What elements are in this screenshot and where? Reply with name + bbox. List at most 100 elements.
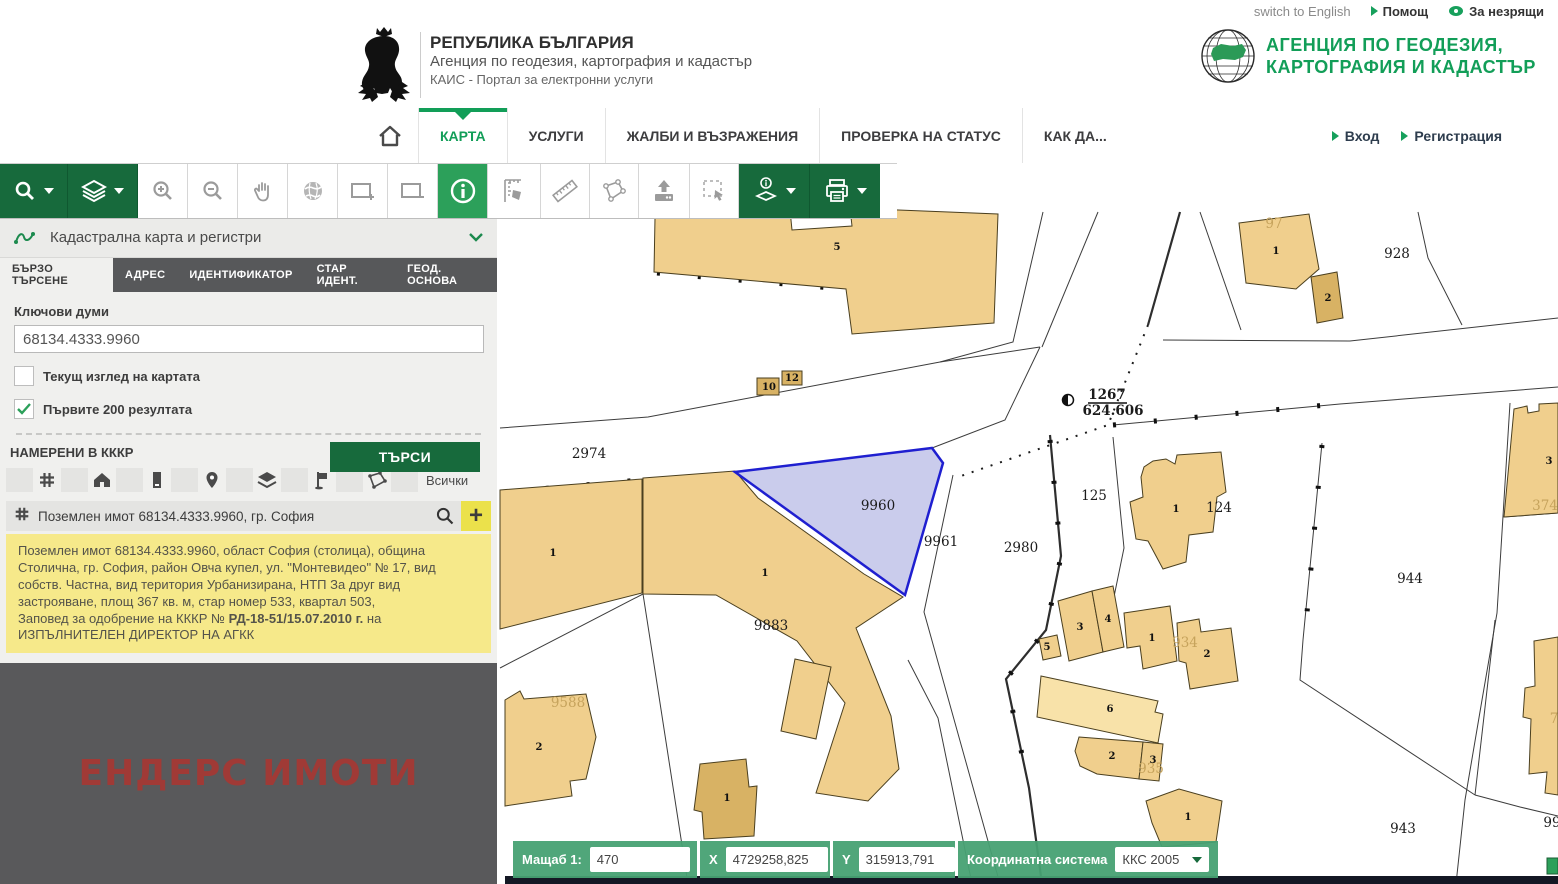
map-label: 1: [1185, 812, 1192, 823]
crs-select[interactable]: ККС 2005: [1115, 847, 1209, 872]
map-label: 9588: [551, 695, 585, 711]
add-result-button[interactable]: +: [461, 501, 491, 531]
map-label: 97: [1265, 216, 1282, 232]
x-coordinate-input[interactable]: [726, 847, 828, 872]
filter-checkbox-layers[interactable]: [226, 468, 253, 492]
map-label: 928: [1384, 246, 1410, 262]
filter-checkbox-building[interactable]: [116, 468, 143, 492]
tab-zhalbi[interactable]: ЖАЛБИ И ВЪЗРАЖЕНИЯ: [605, 108, 820, 163]
result-title: Поземлен имот 68134.4333.9960, гр. София: [38, 509, 429, 524]
first-200-checkbox[interactable]: [14, 399, 34, 419]
x-section: X: [700, 841, 830, 878]
current-view-checkbox[interactable]: [14, 366, 34, 386]
upload-button[interactable]: [639, 164, 690, 218]
chevron-down-icon: [857, 188, 867, 194]
y-coordinate-input[interactable]: [859, 847, 955, 872]
hand-icon: [251, 179, 275, 203]
search-button[interactable]: ТЪРСИ: [330, 442, 480, 472]
chevron-down-icon: [469, 233, 483, 242]
green-arrow-icon: [1332, 131, 1339, 141]
filter-checkbox-parcel[interactable]: [6, 468, 33, 492]
tab-geod-osnova[interactable]: ГЕОД. ОСНОВА: [395, 258, 497, 292]
green-arrow-icon: [1371, 6, 1378, 16]
watermark-panel: ЕНДЕРС ИМОТИ: [0, 663, 497, 884]
map-canvas[interactable]: 2974996099612980988392812512494494399126…: [497, 163, 1558, 884]
identify-button[interactable]: [438, 164, 488, 218]
map-label: 1: [550, 548, 557, 559]
tab-barzo-tarsene[interactable]: БЪРЗО ТЪРСЕНЕ: [0, 258, 113, 292]
flag-icon[interactable]: [310, 470, 334, 490]
filter-checkbox-flag[interactable]: [281, 468, 308, 492]
tab-kak-da[interactable]: КАК ДА...: [1022, 108, 1128, 163]
print-button[interactable]: [810, 164, 880, 218]
globe-logo-icon: [1200, 28, 1256, 84]
zoom-out-button[interactable]: [188, 164, 238, 218]
map-label: 2: [1109, 751, 1116, 762]
parcel-grid-icon: [6, 505, 38, 528]
tab-adres[interactable]: АДРЕС: [113, 258, 177, 292]
polygon-icon[interactable]: [365, 470, 389, 490]
map-label: 1267: [1088, 387, 1126, 403]
layers-icon[interactable]: [255, 470, 279, 490]
switch-language-link[interactable]: switch to English: [1254, 4, 1351, 19]
first-200-label: Първите 200 резултата: [43, 402, 192, 417]
map-label: 3: [1077, 622, 1084, 633]
filter-checkbox-point[interactable]: [171, 468, 198, 492]
eye-icon: [1448, 5, 1464, 17]
zoom-in-icon: [151, 179, 175, 203]
draw-polygon-button[interactable]: [590, 164, 639, 218]
map-label: 1: [724, 793, 731, 804]
location-pin-icon[interactable]: [200, 470, 224, 490]
crs-section: Координатна система ККС 2005: [958, 841, 1218, 878]
tab-uslugi[interactable]: УСЛУГИ: [507, 108, 605, 163]
zoom-to-result-button[interactable]: [429, 506, 461, 526]
layers-tool-button[interactable]: [68, 164, 138, 218]
register-link[interactable]: Регистрация: [1401, 128, 1502, 144]
accessibility-label: За незрящи: [1469, 4, 1544, 19]
help-link[interactable]: Помощ: [1371, 4, 1428, 19]
detail-text: Поземлен имот 68134.4333.9960, област Со…: [18, 543, 436, 609]
login-link[interactable]: Вход: [1332, 128, 1380, 144]
map-label: 125: [1081, 488, 1107, 504]
rect-zoom-out-icon: [400, 180, 426, 202]
green-feature: [1547, 858, 1558, 874]
tab-karta[interactable]: КАРТА: [418, 108, 507, 163]
measure-ruler-button[interactable]: [541, 164, 590, 218]
map-label: 2: [1325, 293, 1332, 304]
measure-area-button[interactable]: [488, 164, 541, 218]
zoom-rect-out-button[interactable]: [388, 164, 438, 218]
tab-proverka[interactable]: ПРОВЕРКА НА СТАТУС: [819, 108, 1022, 163]
map-label: 624.606: [1082, 403, 1143, 419]
tab-star-ident[interactable]: СТАР ИДЕНТ.: [305, 258, 395, 292]
sidebar: Кадастрална карта и регистри БЪРЗО ТЪРСЕ…: [0, 217, 497, 884]
parcel-grid-icon[interactable]: [35, 470, 59, 490]
result-row[interactable]: Поземлен имот 68134.4333.9960, гр. София…: [6, 501, 491, 531]
home-button[interactable]: [362, 108, 418, 163]
module-header[interactable]: Кадастрална карта и регистри: [0, 217, 497, 258]
header: РЕПУБЛИКА БЪЛГАРИЯ Агенция по геодезия, …: [0, 22, 1558, 108]
globe-icon: [301, 179, 325, 203]
layers-icon: [81, 179, 107, 203]
map-label: 1: [762, 568, 769, 579]
world-extent-button[interactable]: [288, 164, 338, 218]
crs-label: Координатна система: [967, 852, 1107, 867]
zoom-rect-in-button[interactable]: [338, 164, 388, 218]
top-links-bar: switch to English Помощ За незрящи: [0, 0, 1558, 22]
select-rect-button[interactable]: [690, 164, 739, 218]
tab-identifikator[interactable]: ИДЕНТИФИКАТОР: [177, 258, 304, 292]
map-label: 3: [1546, 456, 1553, 467]
search-tool-button[interactable]: [0, 164, 68, 218]
pan-button[interactable]: [238, 164, 288, 218]
layer-info-button[interactable]: [739, 164, 810, 218]
agkk-logo-text: АГЕНЦИЯ ПО ГЕОДЕЗИЯ, КАРТОГРАФИЯ И КАДАС…: [1266, 34, 1536, 79]
map-label: 10: [762, 382, 776, 393]
accessibility-link[interactable]: За незрящи: [1448, 4, 1544, 19]
scale-input[interactable]: [590, 847, 690, 872]
keywords-input[interactable]: [14, 325, 484, 353]
filter-checkbox-house[interactable]: [61, 468, 88, 492]
watermark-text: ЕНДЕРС ИМОТИ: [79, 753, 419, 794]
house-icon[interactable]: [90, 470, 114, 490]
map-label: 124: [1206, 500, 1232, 516]
zoom-in-button[interactable]: [138, 164, 188, 218]
building-icon[interactable]: [145, 470, 169, 490]
